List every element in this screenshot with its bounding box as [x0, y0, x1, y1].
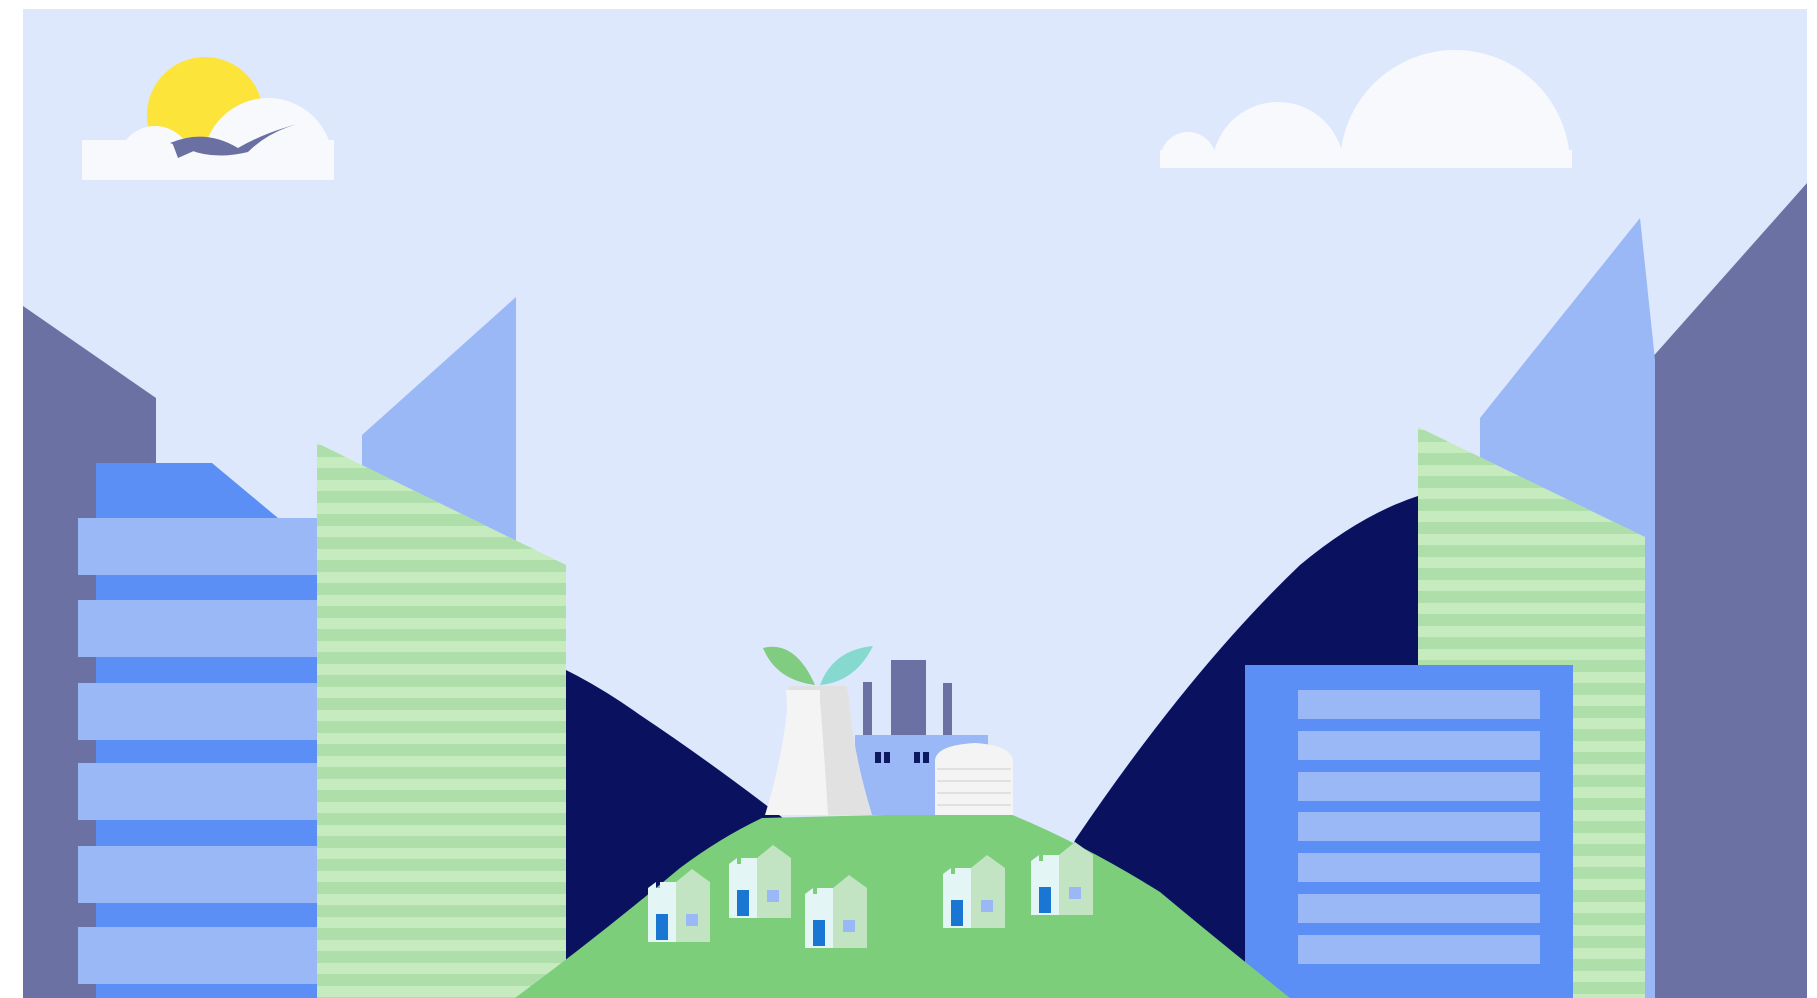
factory-window: [914, 752, 920, 763]
house-window: [1069, 887, 1081, 899]
house-side: [1059, 842, 1093, 915]
house-door: [737, 890, 749, 916]
window-band: [1298, 935, 1540, 964]
factory-window: [923, 752, 929, 763]
factory-window: [875, 752, 881, 763]
window-band: [1298, 894, 1540, 923]
house-side: [757, 845, 791, 918]
window-band: [78, 846, 342, 903]
tank-line: [937, 768, 1011, 770]
window-band: [1298, 731, 1540, 760]
chimney: [943, 683, 952, 738]
blue-building-right: [1245, 665, 1573, 998]
factory-window: [884, 752, 890, 763]
tank-line: [937, 780, 1011, 782]
sky-mask: [60, 180, 350, 270]
chimney: [891, 660, 926, 738]
house-door: [813, 920, 825, 946]
window-band: [78, 600, 342, 657]
house-window: [767, 890, 779, 902]
house-door: [656, 914, 668, 940]
tank-line: [937, 792, 1011, 794]
storage-tank: [935, 743, 1013, 815]
window-band: [78, 518, 342, 575]
house-window: [981, 900, 993, 912]
window-band: [78, 683, 342, 740]
chimney: [863, 682, 872, 737]
blue-building-left: [78, 463, 342, 998]
window-band: [78, 927, 342, 984]
house-side: [833, 875, 867, 948]
window-band: [1298, 690, 1540, 719]
city-illustration: [0, 0, 1817, 998]
house-window: [686, 914, 698, 926]
window-band: [1298, 812, 1540, 841]
house-side: [676, 869, 710, 942]
house-side: [971, 855, 1005, 928]
sky-mask: [1100, 168, 1620, 288]
window-band: [1298, 772, 1540, 801]
window-band: [78, 763, 342, 820]
house-window: [843, 920, 855, 932]
house-door: [1039, 887, 1051, 913]
house-door: [951, 900, 963, 926]
tank-line: [937, 804, 1011, 806]
window-band: [1298, 853, 1540, 882]
